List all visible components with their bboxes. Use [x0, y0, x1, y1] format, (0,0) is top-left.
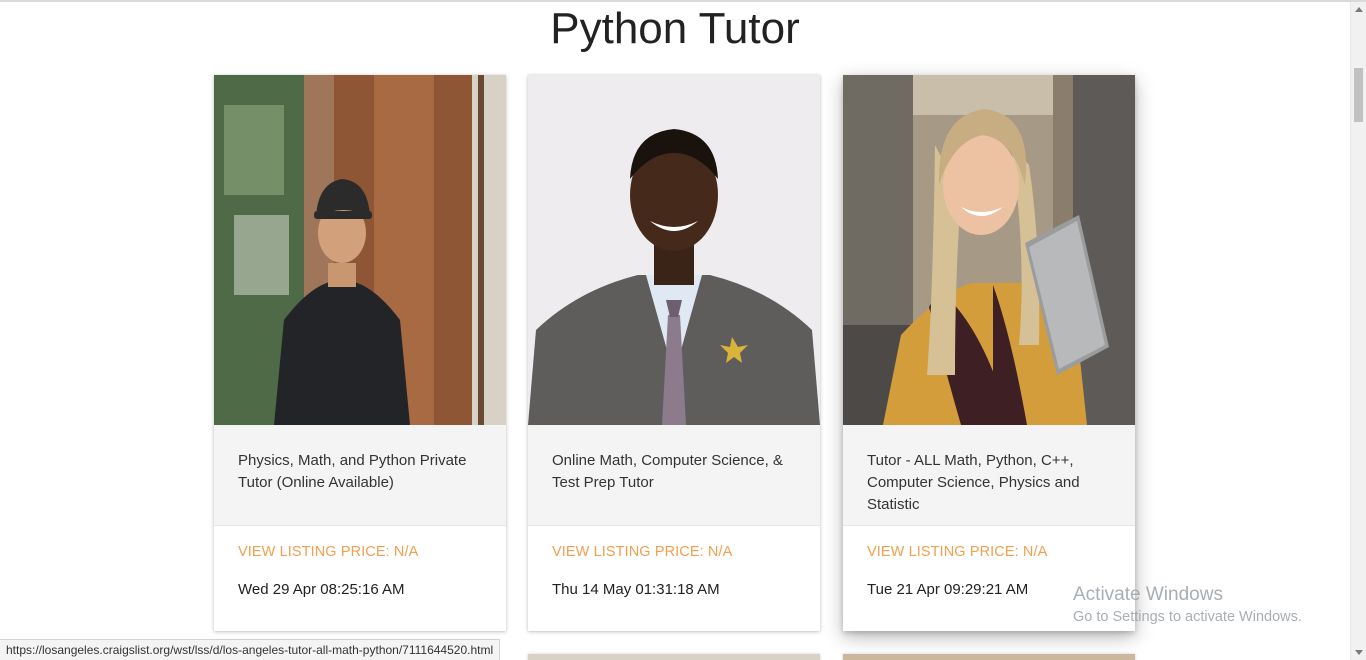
listing-date: Tue 21 Apr 09:29:21 AM [867, 581, 1029, 598]
listing-description-panel: Physics, Math, and Python Private Tutor … [214, 425, 506, 526]
listing-date: Thu 14 May 01:31:18 AM [552, 581, 720, 598]
view-listing-link[interactable]: VIEW LISTING PRICE: N/A [867, 544, 1047, 560]
view-listing-link[interactable]: VIEW LISTING PRICE: N/A [238, 544, 418, 560]
vertical-scrollbar[interactable] [1350, 2, 1366, 660]
tutor-photo[interactable] [214, 75, 506, 425]
scrollbar-thumb[interactable] [1354, 68, 1363, 122]
listing-title: Tutor - ALL Math, Python, C++, Computer … [867, 452, 1080, 513]
top-border [0, 0, 1366, 2]
listing-title: Online Math, Computer Science, & Test Pr… [552, 452, 783, 491]
listing-description-panel: Tutor - ALL Math, Python, C++, Computer … [843, 425, 1135, 526]
page-title: Python Tutor [550, 4, 800, 53]
link-status-bar: https://losangeles.craigslist.org/wst/ls… [0, 639, 501, 660]
listing-card[interactable]: Tutor - ALL Math, Python, C++, Computer … [843, 75, 1135, 631]
scroll-up-arrow-icon[interactable] [1355, 7, 1363, 12]
listing-date: Wed 29 Apr 08:25:16 AM [238, 581, 405, 598]
view-listing-link[interactable]: VIEW LISTING PRICE: N/A [552, 544, 732, 560]
listing-title: Physics, Math, and Python Private Tutor … [238, 452, 467, 491]
tutor-photo[interactable] [528, 75, 820, 425]
listing-description-panel: Online Math, Computer Science, & Test Pr… [528, 425, 820, 526]
tutor-photo[interactable] [843, 75, 1135, 425]
next-row-card[interactable] [528, 654, 820, 660]
scroll-down-arrow-icon[interactable] [1355, 650, 1363, 655]
listing-card[interactable]: Online Math, Computer Science, & Test Pr… [528, 75, 820, 631]
next-row-card[interactable] [843, 654, 1135, 660]
page: Python Tutor Physics, Math, and Python P… [0, 0, 1366, 660]
listing-card[interactable]: Physics, Math, and Python Private Tutor … [214, 75, 506, 631]
